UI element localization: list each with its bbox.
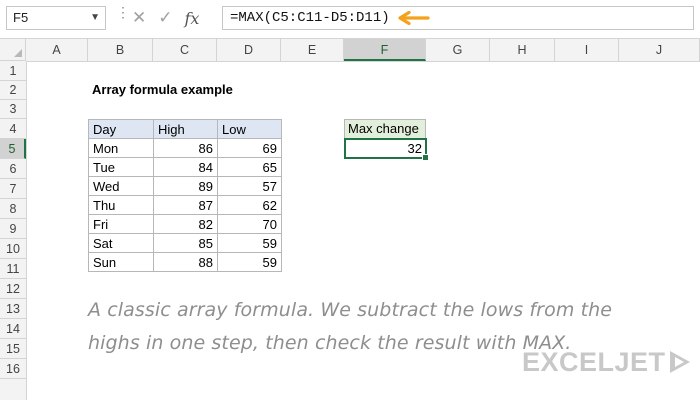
row-header[interactable]: 2 bbox=[0, 80, 26, 100]
table-row: Fri 82 70 bbox=[88, 214, 282, 234]
row-header[interactable]: 11 bbox=[0, 259, 26, 279]
column-header-b[interactable]: B bbox=[88, 39, 153, 61]
column-header-i[interactable]: I bbox=[555, 39, 619, 61]
high-cell[interactable]: 88 bbox=[153, 252, 218, 272]
low-cell[interactable]: 57 bbox=[217, 176, 282, 196]
table-row: Wed 89 57 bbox=[88, 176, 282, 196]
name-box[interactable]: F5 ▼ bbox=[6, 6, 106, 30]
row-header[interactable]: 7 bbox=[0, 179, 26, 199]
column-header-g[interactable]: G bbox=[426, 39, 490, 61]
column-headers: A B C D E F G H I J bbox=[26, 39, 700, 62]
column-header-c[interactable]: C bbox=[153, 39, 217, 61]
high-cell[interactable]: 82 bbox=[153, 214, 218, 234]
row-header[interactable]: 9 bbox=[0, 219, 26, 239]
row-header[interactable]: 16 bbox=[0, 359, 26, 379]
header-high[interactable]: High bbox=[153, 119, 218, 139]
row-header[interactable]: 10 bbox=[0, 239, 26, 259]
arrow-left-icon bbox=[398, 11, 430, 25]
table-header-row: Day High Low bbox=[88, 119, 282, 139]
table-row: Mon 86 69 bbox=[88, 138, 282, 158]
column-header-d[interactable]: D bbox=[217, 39, 281, 61]
max-change-result-cell[interactable]: 32 bbox=[344, 138, 429, 161]
table-row: Thu 87 62 bbox=[88, 195, 282, 215]
row-headers: 1 2 3 4 5 6 7 8 9 10 11 12 13 14 15 16 bbox=[0, 61, 27, 400]
high-cell[interactable]: 89 bbox=[153, 176, 218, 196]
select-all-corner[interactable] bbox=[0, 39, 26, 61]
insert-function-icon[interactable]: fx bbox=[185, 9, 200, 28]
day-cell[interactable]: Tue bbox=[88, 157, 154, 177]
low-cell[interactable]: 65 bbox=[217, 157, 282, 177]
row-header-selected[interactable]: 5 bbox=[0, 139, 26, 159]
day-cell[interactable]: Sat bbox=[88, 233, 154, 253]
column-header-f[interactable]: F bbox=[344, 39, 426, 61]
max-change-value: 32 bbox=[407, 141, 422, 156]
high-cell[interactable]: 87 bbox=[153, 195, 218, 215]
row-header[interactable]: 8 bbox=[0, 199, 26, 219]
row-header[interactable]: 14 bbox=[0, 319, 26, 339]
high-cell[interactable]: 85 bbox=[153, 233, 218, 253]
day-cell[interactable]: Mon bbox=[88, 138, 154, 158]
day-cell[interactable]: Wed bbox=[88, 176, 154, 196]
low-cell[interactable]: 62 bbox=[217, 195, 282, 215]
row-header[interactable]: 4 bbox=[0, 119, 26, 139]
logo-text: EXCELJET bbox=[522, 346, 666, 377]
column-header-h[interactable]: H bbox=[490, 39, 555, 61]
day-cell[interactable]: Fri bbox=[88, 214, 154, 234]
low-cell[interactable]: 69 bbox=[217, 138, 282, 158]
name-box-value: F5 bbox=[13, 10, 29, 25]
row-header[interactable]: 1 bbox=[0, 61, 26, 81]
high-cell[interactable]: 86 bbox=[153, 138, 218, 158]
day-cell[interactable]: Thu bbox=[88, 195, 154, 215]
table-row: Sun 88 59 bbox=[88, 252, 282, 272]
header-day[interactable]: Day bbox=[88, 119, 154, 139]
cancel-icon[interactable]: ✕ bbox=[132, 8, 146, 28]
sheet-title: Array formula example bbox=[92, 82, 233, 97]
row-header[interactable]: 13 bbox=[0, 299, 26, 319]
low-cell[interactable]: 59 bbox=[217, 252, 282, 272]
header-low[interactable]: Low bbox=[217, 119, 282, 139]
low-cell[interactable]: 70 bbox=[217, 214, 282, 234]
table-row: Tue 84 65 bbox=[88, 157, 282, 177]
row-header[interactable]: 15 bbox=[0, 339, 26, 359]
formula-bar: F5 ▼ ⋮ ✕ ✓ fx =MAX(C5:C11-D5:D11) bbox=[0, 0, 700, 39]
column-header-a[interactable]: A bbox=[26, 39, 88, 61]
high-cell[interactable]: 84 bbox=[153, 157, 218, 177]
enter-icon[interactable]: ✓ bbox=[158, 8, 172, 28]
max-change-label[interactable]: Max change bbox=[344, 119, 426, 139]
row-header[interactable]: 3 bbox=[0, 99, 26, 119]
logo-mark-icon bbox=[669, 351, 690, 373]
table-row: Sat 85 59 bbox=[88, 233, 282, 253]
data-table: Day High Low Mon 86 69 Tue 84 65 Wed 89 … bbox=[88, 119, 282, 272]
formula-buttons: ✕ ✓ fx bbox=[132, 6, 199, 30]
more-options-icon[interactable]: ⋮ bbox=[116, 5, 130, 19]
fill-handle[interactable] bbox=[422, 154, 429, 161]
row-header[interactable]: 12 bbox=[0, 279, 26, 299]
column-header-e[interactable]: E bbox=[281, 39, 344, 61]
day-cell[interactable]: Sun bbox=[88, 252, 154, 272]
row-header[interactable]: 6 bbox=[0, 159, 26, 179]
formula-input[interactable]: =MAX(C5:C11-D5:D11) bbox=[222, 6, 694, 30]
chevron-down-icon[interactable]: ▼ bbox=[90, 7, 100, 29]
exceljet-logo: EXCELJET bbox=[522, 345, 690, 379]
column-header-j[interactable]: J bbox=[619, 39, 700, 61]
low-cell[interactable]: 59 bbox=[217, 233, 282, 253]
